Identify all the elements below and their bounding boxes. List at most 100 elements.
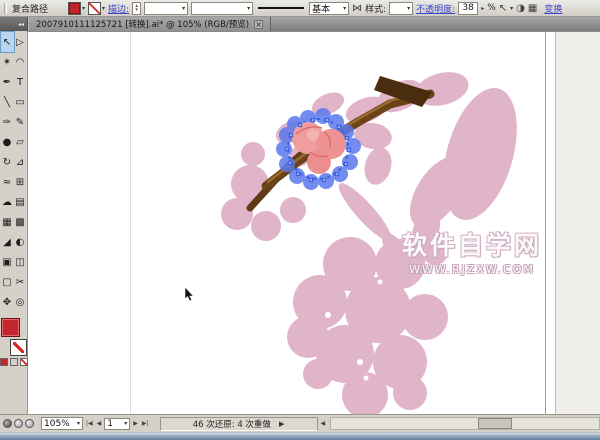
status-display[interactable]: 46 次还原: 4 次重做 ▶ xyxy=(160,417,318,431)
stroke-weight-select[interactable]: ▾ xyxy=(144,2,188,15)
tool-eyedropper[interactable]: ◢ xyxy=(1,232,14,252)
tool-magic-wand[interactable]: ✶ xyxy=(1,52,14,72)
tool-column-graph[interactable]: ▤ xyxy=(14,192,27,212)
stroke-preview-line xyxy=(258,7,304,9)
illustrator-window: 复合路径 ▾ ▾ 描边: ▴ ▾ ▾ ▾ 基本▾ ⋈ 样式: ▾ 不透明度: xyxy=(0,0,600,440)
stroke-weight-stepper[interactable]: ▴ ▾ xyxy=(132,2,141,15)
control-bar: 复合路径 ▾ ▾ 描边: ▴ ▾ ▾ ▾ 基本▾ ⋈ 样式: ▾ 不透明度: xyxy=(0,0,600,17)
tool-type[interactable]: T xyxy=(14,72,27,92)
stroke-none-swatch[interactable] xyxy=(88,2,101,15)
workspace-body: ↖ ▷ ✶ ◠ ✒ T ╲ ▭ ✑ ✎ ● ▱ xyxy=(0,31,600,414)
tool-direct-selection[interactable]: ▷ xyxy=(14,32,27,52)
chevron-down-icon: ▾ xyxy=(343,5,346,12)
history-status-text: 46 次还原: 4 次重做 xyxy=(193,418,271,430)
fill-stroke-control[interactable] xyxy=(1,316,27,356)
gradient-mode-button[interactable] xyxy=(10,358,18,366)
status-bar: 105% ▾ |◀ ◀ 1 ▾ ▶ ▶| 46 次还原: 4 次重做 ▶ ◀ xyxy=(0,414,600,432)
tool-live-paint-selection[interactable]: ◫ xyxy=(14,252,27,272)
chevron-down-icon: ▾ xyxy=(124,420,127,427)
tool-artboard[interactable]: ▢ xyxy=(1,272,14,292)
brush-basic-select[interactable]: 基本▾ xyxy=(309,2,349,15)
tool-free-transform[interactable]: ⊞ xyxy=(14,172,27,192)
chevron-down-icon: ▾ xyxy=(407,5,410,12)
artwork xyxy=(28,32,600,414)
tool-live-paint-bucket[interactable]: ▣ xyxy=(1,252,14,272)
chevron-down-icon[interactable]: ▾ xyxy=(510,5,513,12)
style-select[interactable]: ▾ xyxy=(389,2,413,15)
fill-color-control[interactable]: ▾ xyxy=(68,2,85,15)
stepper-down-icon[interactable]: ▾ xyxy=(135,8,138,12)
stroke-weight-link[interactable]: 描边: xyxy=(108,2,129,15)
tool-pen[interactable]: ✒ xyxy=(1,72,14,92)
screen-mode-full-button[interactable] xyxy=(25,419,34,428)
tool-lasso[interactable]: ◠ xyxy=(14,52,27,72)
mouse-cursor xyxy=(185,287,193,301)
tool-hand[interactable]: ✥ xyxy=(1,292,14,312)
horizontal-scrollbar[interactable] xyxy=(330,417,600,430)
scrollbar-thumb[interactable] xyxy=(478,418,512,429)
tool-selection[interactable]: ↖ xyxy=(1,32,14,52)
opacity-link[interactable]: 不透明度: xyxy=(416,2,455,15)
panel-grip xyxy=(4,3,7,14)
style-label: 样式: xyxy=(365,2,386,15)
opacity-caret-icon[interactable]: ▸ xyxy=(481,5,484,12)
tool-symbol-sprayer[interactable]: ☁ xyxy=(1,192,14,212)
hscroll-left-button[interactable]: ◀ xyxy=(320,420,327,427)
chevron-down-icon[interactable]: ▾ xyxy=(82,5,85,12)
tool-zoom[interactable]: ◎ xyxy=(14,292,27,312)
close-icon[interactable]: × xyxy=(254,20,263,29)
next-artboard-button[interactable]: ▶ xyxy=(132,420,139,427)
tool-slice[interactable]: ✂ xyxy=(14,272,27,292)
select-similar-icon[interactable]: ↖ xyxy=(499,3,507,14)
tools-panel: ↖ ▷ ✶ ◠ ✒ T ╲ ▭ ✑ ✎ ● ▱ xyxy=(0,31,28,414)
context-label: 复合路径 xyxy=(12,2,48,15)
tool-blend[interactable]: ◐ xyxy=(14,232,27,252)
opacity-unit-label: % xyxy=(487,3,496,13)
opacity-input[interactable]: 38 xyxy=(458,2,478,15)
last-artboard-button[interactable]: ▶| xyxy=(141,420,150,427)
document-tab[interactable]: 2007910111125721 [转换].ai* @ 105% (RGB/预览… xyxy=(28,17,271,31)
tool-eraser[interactable]: ▱ xyxy=(14,132,27,152)
collapse-icon: ◂◂ xyxy=(18,21,24,28)
brush-definition-select[interactable]: ▾ xyxy=(191,2,253,15)
status-flyout-icon[interactable]: ▶ xyxy=(279,420,284,428)
tool-warp[interactable]: ≈ xyxy=(1,172,14,192)
artboard-number-select[interactable]: 1 ▾ xyxy=(104,418,130,430)
tool-scale[interactable]: ⊿ xyxy=(14,152,27,172)
brush-options-icon[interactable]: ⋈ xyxy=(352,3,362,14)
fill-proxy-swatch[interactable] xyxy=(1,318,20,337)
tool-pencil[interactable]: ✎ xyxy=(14,112,27,132)
toolbox-collapse-button[interactable]: ◂◂ xyxy=(0,17,28,31)
tool-rotate[interactable]: ↻ xyxy=(1,152,14,172)
tool-gradient[interactable]: ▩ xyxy=(14,212,27,232)
transform-link[interactable]: 变换 xyxy=(544,2,562,15)
color-mode-button[interactable] xyxy=(0,358,8,366)
stroke-proxy-swatch[interactable] xyxy=(10,339,27,356)
chevron-down-icon: ▾ xyxy=(77,420,80,427)
document-title: 2007910111125721 [转换].ai* @ 105% (RGB/预览… xyxy=(36,18,249,30)
screen-mode-menu-button[interactable] xyxy=(14,419,23,428)
isolate-object-icon[interactable]: ◑ xyxy=(516,3,525,14)
first-artboard-button[interactable]: |◀ xyxy=(85,420,94,427)
chevron-down-icon[interactable]: ▾ xyxy=(102,5,105,12)
fill-color-swatch[interactable] xyxy=(68,2,81,15)
chevron-down-icon: ▾ xyxy=(182,5,185,12)
zoom-level-select[interactable]: 105% ▾ xyxy=(41,417,83,430)
chevron-down-icon: ▾ xyxy=(247,5,250,12)
tool-blob-brush[interactable]: ● xyxy=(1,132,14,152)
tool-rectangle[interactable]: ▭ xyxy=(14,92,27,112)
symbols-panel-icon[interactable]: ▦ xyxy=(528,3,537,14)
tool-line-segment[interactable]: ╲ xyxy=(1,92,14,112)
none-mode-button[interactable] xyxy=(20,358,28,366)
document-tab-bar: ◂◂ 2007910111125721 [转换].ai* @ 105% (RGB… xyxy=(0,17,600,31)
selected-flower[interactable] xyxy=(276,108,361,190)
tool-grid: ↖ ▷ ✶ ◠ ✒ T ╲ ▭ ✑ ✎ ● ▱ xyxy=(1,31,27,312)
paint-mode-row xyxy=(0,358,28,366)
screen-mode-normal-button[interactable] xyxy=(3,419,12,428)
window-bottom-edge xyxy=(0,432,600,440)
stroke-color-control[interactable]: ▾ xyxy=(88,2,105,15)
canvas[interactable]: 软件自学网 WWW.RJZXW.COM xyxy=(28,31,600,414)
tool-paintbrush[interactable]: ✑ xyxy=(1,112,14,132)
previous-artboard-button[interactable]: ◀ xyxy=(96,420,103,427)
tool-mesh[interactable]: ▦ xyxy=(1,212,14,232)
